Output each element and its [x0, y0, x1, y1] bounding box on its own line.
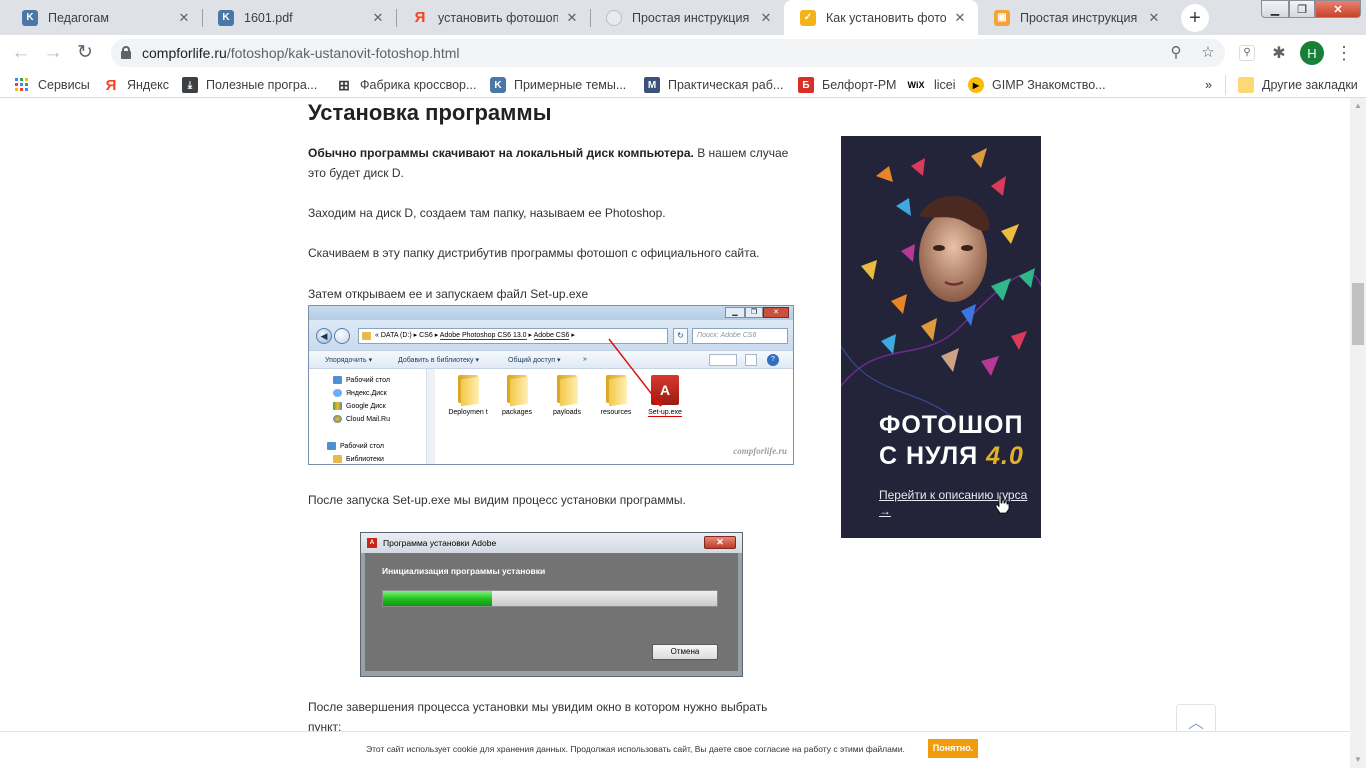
page-scrollbar[interactable]: ▲ ▼: [1350, 98, 1366, 768]
wix-icon: WiX: [907, 80, 925, 90]
watermark: compforlife.ru: [733, 446, 787, 456]
close-icon[interactable]: ✕: [370, 10, 386, 26]
scroll-down-arrow-icon[interactable]: ▼: [1350, 752, 1366, 768]
extensions-puzzle-icon[interactable]: ✱: [1267, 41, 1291, 65]
browser-toolbar: ← → ↻ compforlife.ru/fotoshop/kak-ustano…: [0, 35, 1366, 71]
bookmarks-bar: Сервисы Я Яндекс ⤓ Полезные програ... ⊞ …: [0, 71, 1366, 98]
extension-search-icon[interactable]: ⚲: [1235, 41, 1259, 65]
bookmark-yandex[interactable]: Я Яндекс: [103, 75, 169, 95]
ad-title: ФОТОШОП С НУЛЯ 4.0: [879, 411, 1024, 470]
bookmark-licei[interactable]: WiX licei: [906, 75, 956, 95]
cookie-text: Этот сайт использует cookie для хранения…: [366, 744, 905, 754]
back-button[interactable]: ←: [8, 41, 34, 65]
web-page: Установка программы Обычно программы ска…: [0, 98, 1350, 768]
cookie-accept-button[interactable]: Понятно.: [928, 739, 978, 758]
scroll-up-arrow-icon[interactable]: ▲: [1350, 98, 1366, 114]
site-icon: ▣: [994, 9, 1010, 26]
forward-button[interactable]: →: [40, 41, 66, 65]
bookmark-services[interactable]: Сервисы: [14, 75, 90, 95]
installer-body: Инициализация программы установки Отмена: [365, 553, 738, 671]
b-icon: Б: [798, 77, 814, 93]
url-text: compforlife.ru/fotoshop/kak-ustanovit-fo…: [142, 45, 460, 61]
bookmark-useful-programs[interactable]: ⤓ Полезные програ...: [182, 75, 317, 95]
bookmark-crossword[interactable]: ⊞ Фабрика кроссвор...: [336, 75, 476, 95]
tab-instruction-2[interactable]: ▣ Простая инструкция по... ✕: [978, 0, 1172, 35]
installer-titlebar: A Программа установки Adobe ✕: [361, 533, 742, 553]
lock-icon: [121, 46, 131, 59]
bookmark-practical-work[interactable]: M Практическая раб...: [644, 75, 783, 95]
play-icon: ▶: [968, 77, 984, 93]
profile-avatar[interactable]: Н: [1300, 41, 1324, 65]
zoom-search-icon[interactable]: ⚲: [1166, 43, 1186, 63]
tab-pedagogam[interactable]: K Педагогам ✕: [6, 0, 202, 35]
close-icon[interactable]: ✕: [952, 10, 968, 26]
close-icon: ✕: [704, 536, 736, 549]
maximize-button[interactable]: ❐: [1289, 0, 1315, 18]
bookmark-gimp[interactable]: ▶ GIMP Знакомство...: [968, 75, 1106, 95]
installer-progress-fill: [383, 591, 492, 606]
installer-screenshot: A Программа установки Adobe ✕ Инициализа…: [360, 532, 743, 677]
cookie-banner: Этот сайт использует cookie для хранения…: [0, 731, 1350, 768]
site-icon: [606, 9, 622, 26]
window-close-button[interactable]: ✕: [1315, 0, 1361, 18]
scrollbar-thumb[interactable]: [1352, 283, 1364, 345]
folder-icon: [1238, 77, 1254, 93]
close-icon[interactable]: ✕: [564, 10, 580, 26]
tab-1601-pdf[interactable]: K 1601.pdf ✕: [202, 0, 396, 35]
vk-icon: K: [22, 9, 38, 26]
tab-strip: K Педагогам ✕ K 1601.pdf ✕ Я установить …: [0, 0, 1366, 35]
apps-grid-icon: [14, 77, 30, 93]
yandex-icon: Я: [414, 9, 426, 26]
paragraph-2: Заходим на диск D, создаем там папку, на…: [308, 206, 666, 220]
check-icon: ✓: [800, 9, 816, 26]
yandex-icon: Я: [105, 76, 117, 94]
close-icon[interactable]: ✕: [1146, 10, 1162, 26]
minimize-button[interactable]: ▁: [1261, 0, 1289, 18]
address-bar[interactable]: compforlife.ru/fotoshop/kak-ustanovit-fo…: [111, 39, 1225, 67]
course-ad-banner[interactable]: ФОТОШОП С НУЛЯ 4.0 Перейти к описанию кур…: [841, 136, 1041, 538]
download-icon: ⤓: [182, 77, 198, 93]
ad-course-link[interactable]: Перейти к описанию курса →: [879, 487, 1041, 519]
tab-active-kak-ustanovit[interactable]: ✓ Как установить фотош... ✕: [784, 0, 978, 35]
paragraph-1: Обычно программы скачивают на локальный …: [308, 146, 789, 180]
paragraph-3: Скачиваем в эту папку дистрибутив програ…: [308, 246, 760, 260]
tab-yandex-search[interactable]: Я установить фотошоп п... ✕: [396, 0, 590, 35]
bookmarks-overflow[interactable]: »: [1205, 75, 1212, 95]
section-heading: Установка программы: [308, 100, 552, 125]
hand-cursor-icon: [995, 494, 1010, 514]
installer-heading: Инициализация программы установки: [382, 566, 546, 576]
bookmark-sample-topics[interactable]: K Примерные темы...: [490, 75, 626, 95]
vk-icon: K: [490, 77, 506, 93]
reload-button[interactable]: ↻: [72, 41, 98, 65]
paragraph-5: После запуска Set-up.exe мы видим процес…: [308, 493, 686, 507]
menu-kebab-icon[interactable]: ⋮: [1332, 41, 1356, 65]
star-icon[interactable]: ☆: [1198, 43, 1218, 63]
installer-cancel-button: Отмена: [652, 644, 718, 660]
vk-icon: K: [218, 9, 234, 26]
new-tab-button[interactable]: +: [1181, 4, 1209, 32]
m-icon: M: [644, 77, 660, 93]
crossword-icon: ⊞: [338, 76, 350, 93]
close-icon[interactable]: ✕: [176, 10, 192, 26]
paragraph-4: Затем открываем ее и запускаем файл Set-…: [308, 287, 589, 301]
explorer-screenshot: ▁ ❐ ✕ ◀ « DATA (D:) ▸ CS6 ▸ Adobe Photos…: [308, 305, 794, 465]
bookmark-other[interactable]: Другие закладки: [1225, 75, 1358, 95]
red-arrow-annotation: [608, 338, 662, 407]
bookmark-belfort[interactable]: Б Белфорт-РМ: [798, 75, 896, 95]
installer-progress-bar: [382, 590, 718, 607]
adobe-icon: A: [367, 538, 377, 548]
ad-artwork: [841, 148, 1041, 417]
tab-instruction-1[interactable]: Простая инструкция у... ✕: [590, 0, 784, 35]
close-icon[interactable]: ✕: [758, 10, 774, 26]
